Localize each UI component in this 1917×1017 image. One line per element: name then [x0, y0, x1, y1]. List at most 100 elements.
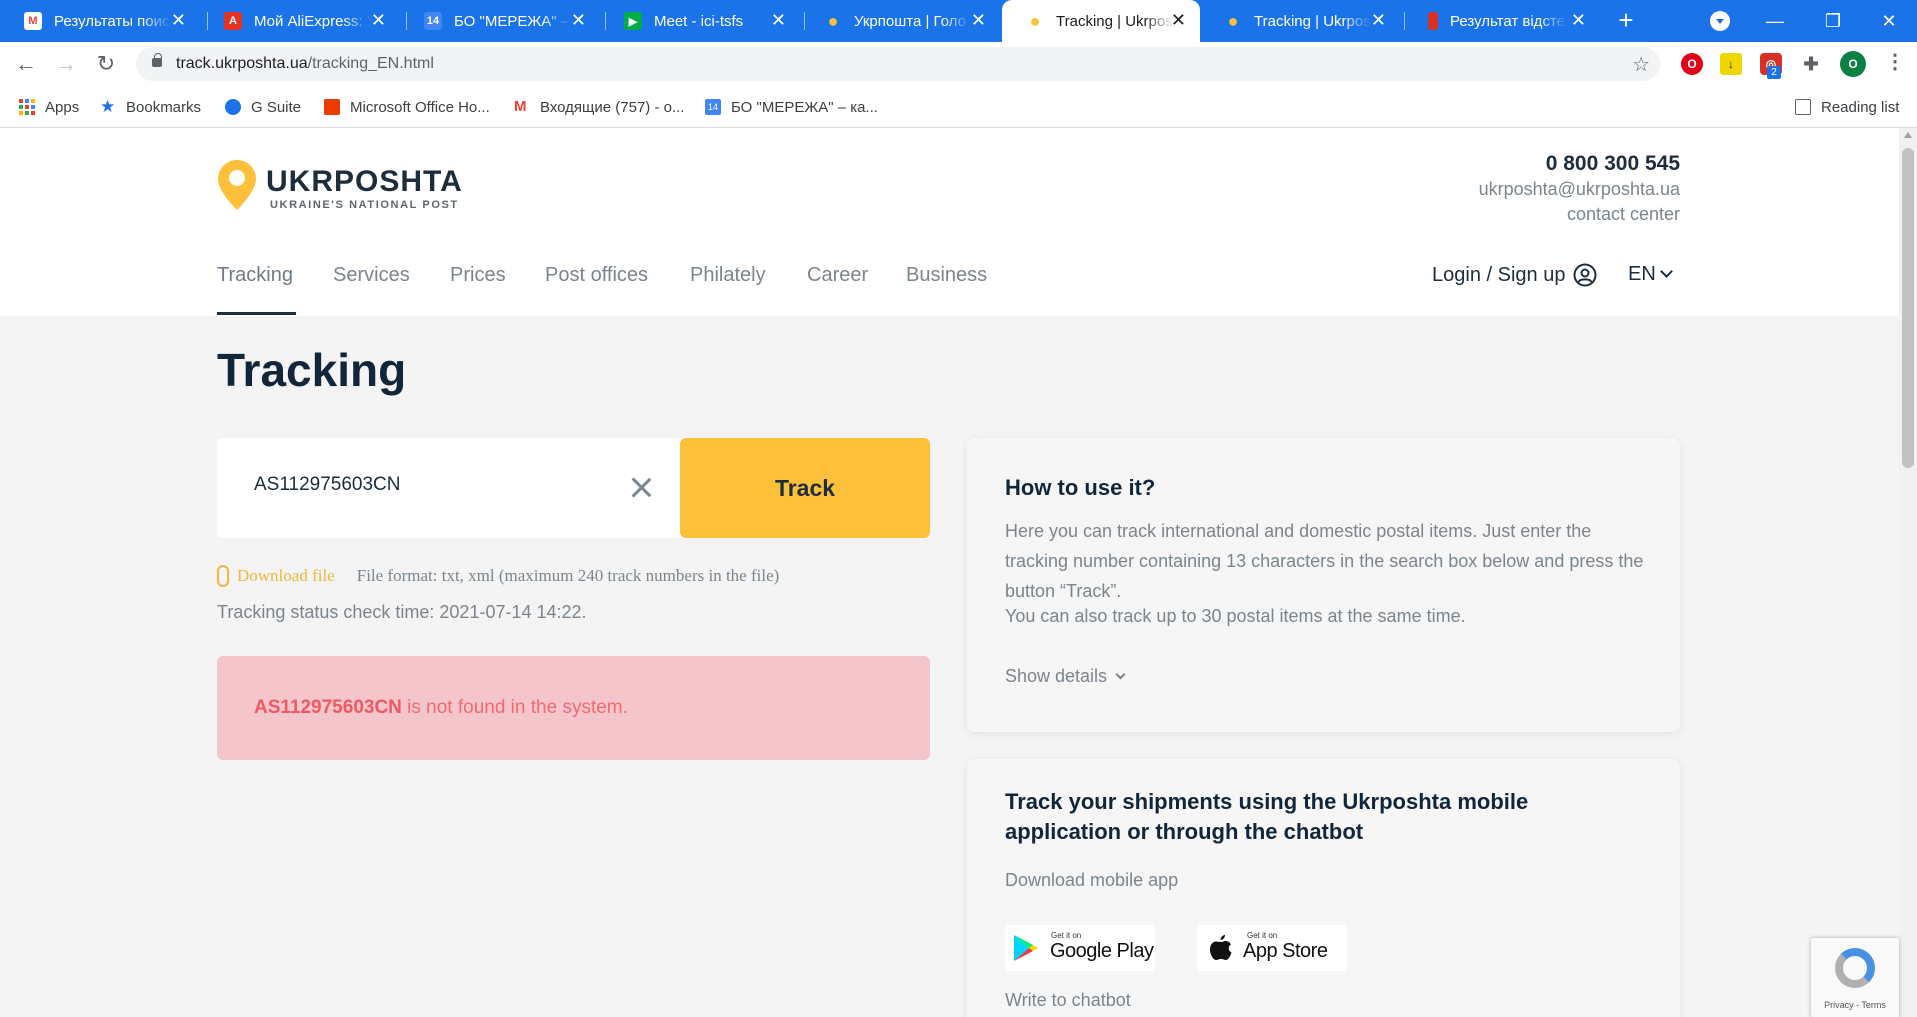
- browser-tab[interactable]: A Мой AliExpress: У ✕: [200, 0, 400, 42]
- google-play-icon: [1014, 935, 1038, 961]
- reload-icon[interactable]: ↻: [92, 50, 120, 78]
- app-store-button[interactable]: Get it on App Store: [1197, 925, 1347, 971]
- extensions-puzzle-icon[interactable]: ✚: [1800, 53, 1822, 75]
- download-extension-icon[interactable]: ↓: [1720, 53, 1742, 75]
- nav-active-indicator: [217, 312, 296, 315]
- chrome-menu-icon[interactable]: ⋮: [1885, 52, 1905, 72]
- tracking-search-box: [217, 438, 681, 538]
- bookmark-bookmarks[interactable]: ★ Bookmarks: [100, 86, 201, 128]
- tab-close-icon[interactable]: ✕: [1171, 11, 1186, 29]
- track-button[interactable]: Track: [680, 438, 930, 538]
- download-row: Download file File format: txt, xml (max…: [217, 565, 779, 587]
- tab-close-icon[interactable]: ✕: [771, 11, 786, 29]
- recaptcha-terms[interactable]: Privacy - Terms: [1811, 1000, 1899, 1010]
- star-icon: ★: [100, 97, 116, 116]
- ukrposhta-logo-icon[interactable]: [218, 160, 256, 210]
- browser-tab[interactable]: ● Укрпошта | Голо ✕: [800, 0, 1000, 42]
- scrollbar-thumb[interactable]: [1902, 148, 1914, 468]
- how-to-use-card: How to use it? Here you can track intern…: [967, 438, 1680, 732]
- nav-prices[interactable]: Prices: [450, 264, 506, 287]
- tab-close-icon[interactable]: ✕: [1371, 11, 1386, 29]
- nav-tracking[interactable]: Tracking: [217, 264, 293, 287]
- file-format-note: File format: txt, xml (maximum 240 track…: [356, 566, 780, 585]
- new-tab-button[interactable]: +: [1610, 4, 1642, 36]
- login-signup-link[interactable]: Login / Sign up: [1432, 263, 1597, 287]
- contact-email[interactable]: ukrposhta@ukrposhta.ua: [1479, 179, 1680, 200]
- bookmark-star-icon[interactable]: ☆: [1632, 52, 1650, 77]
- tab-close-icon[interactable]: ✕: [971, 11, 986, 29]
- url-text[interactable]: track.ukrposhta.ua/tracking_EN.html: [176, 55, 434, 73]
- tab-close-icon[interactable]: ✕: [1571, 11, 1586, 29]
- back-arrow-icon[interactable]: ←: [12, 50, 40, 78]
- bookmark-gsuite[interactable]: G Suite: [225, 86, 301, 128]
- tab-title: Укрпошта | Голо: [854, 12, 966, 30]
- browser-tab[interactable]: M Результаты поиск ✕: [0, 0, 200, 42]
- gmail-icon: M: [24, 12, 42, 30]
- tab-close-icon[interactable]: ✕: [571, 11, 586, 29]
- language-selector[interactable]: EN: [1628, 263, 1673, 286]
- page-content: UKRPOSHTA UKRAINE'S NATIONAL POST 0 800 …: [0, 128, 1899, 1017]
- download-file-link[interactable]: Download file: [237, 566, 335, 586]
- clear-input-icon[interactable]: [630, 476, 652, 498]
- browser-tab[interactable]: ● Tracking | Ukrpost ✕: [1200, 0, 1400, 42]
- address-bar[interactable]: track.ukrposhta.ua/tracking_EN.html ☆: [136, 47, 1660, 81]
- page-scrollbar[interactable]: [1899, 128, 1917, 1017]
- nav-career[interactable]: Career: [807, 264, 868, 287]
- tab-close-icon[interactable]: ✕: [371, 11, 386, 29]
- contact-phone[interactable]: 0 800 300 545: [1546, 152, 1680, 176]
- aliexpress-icon: A: [224, 12, 242, 30]
- apps-grid-icon: [19, 99, 35, 115]
- how-to-description: Here you can track international and dom…: [1005, 521, 1644, 601]
- logo-wordmark[interactable]: UKRPOSHTA: [266, 165, 463, 199]
- tab-title: Tracking | Ukrpost: [1254, 12, 1372, 30]
- nav-post-offices[interactable]: Post offices: [545, 264, 648, 287]
- download-app-label: Download mobile app: [1005, 870, 1179, 890]
- nav-philately[interactable]: Philately: [690, 264, 766, 287]
- lock-icon: [152, 53, 162, 67]
- recaptcha-badge[interactable]: Privacy - Terms: [1811, 938, 1899, 1017]
- mobile-app-title: Track your shipments using the Ukrposhta…: [1005, 789, 1529, 844]
- tab-close-icon[interactable]: ✕: [171, 11, 186, 29]
- nav-services[interactable]: Services: [333, 264, 410, 287]
- calendar-icon: 14: [424, 12, 442, 30]
- scroll-up-icon[interactable]: [1904, 132, 1912, 138]
- minimize-button[interactable]: —: [1746, 0, 1804, 42]
- tab-search-icon[interactable]: [1710, 11, 1730, 31]
- ukrposhta-pin-icon: ●: [1029, 10, 1041, 31]
- browser-tab[interactable]: ▶ Meet - ici-tsfs ✕: [600, 0, 800, 42]
- tab-title: Meet - ici-tsfs: [654, 12, 744, 30]
- ukrposhta-pin-icon: ●: [1227, 10, 1239, 31]
- google-play-button[interactable]: Get it on Google Play: [1005, 925, 1155, 971]
- site-header: UKRPOSHTA UKRAINE'S NATIONAL POST 0 800 …: [0, 128, 1899, 316]
- chevron-down-icon: [1659, 265, 1673, 278]
- recaptcha-icon: [1835, 948, 1875, 988]
- browser-tab[interactable]: Результат відстеж ✕: [1400, 0, 1600, 42]
- chevron-down-icon: [1115, 669, 1126, 680]
- profile-avatar[interactable]: O: [1840, 51, 1866, 77]
- forward-arrow-icon[interactable]: →: [52, 50, 80, 78]
- how-to-multi-note: You can also track up to 30 postal items…: [1005, 606, 1466, 626]
- browser-tab[interactable]: 14 БО "МЕРЕЖА" – к ✕: [400, 0, 600, 42]
- maximize-button[interactable]: ❐: [1804, 0, 1862, 42]
- bookmark-gmail[interactable]: M Входящие (757) - o...: [514, 86, 684, 128]
- contact-center-label: contact center: [1566, 204, 1680, 224]
- browser-tab-active[interactable]: ● Tracking | Ukrpost ✕: [1002, 0, 1200, 42]
- alert-tracking-code: AS112975603CN: [254, 697, 402, 718]
- opera-extension-icon[interactable]: O: [1681, 53, 1703, 75]
- how-to-title: How to use it?: [1005, 475, 1156, 500]
- status-check-time: Tracking status check time: 2021-07-14 1…: [217, 602, 587, 622]
- gmail-icon: M: [514, 98, 527, 115]
- close-window-button[interactable]: ✕: [1860, 0, 1917, 42]
- alert-message: AS112975603CN is not found in the system…: [254, 697, 628, 718]
- bookmark-calendar[interactable]: 14 БО "МЕРЕЖА" – ка...: [705, 86, 878, 128]
- bookmark-apps[interactable]: Apps: [19, 86, 79, 128]
- page-title: Tracking: [217, 344, 407, 396]
- reading-list[interactable]: Reading list: [1795, 86, 1899, 128]
- tab-title: Tracking | Ukrpost: [1056, 12, 1174, 30]
- show-details-toggle[interactable]: Show details: [1005, 666, 1126, 687]
- nav-business[interactable]: Business: [906, 264, 987, 287]
- bookmark-icon: [1428, 12, 1438, 30]
- bookmark-office[interactable]: Microsoft Office Ho...: [324, 86, 490, 128]
- tracking-number-input[interactable]: [254, 474, 614, 496]
- calendar-icon: 14: [705, 99, 721, 115]
